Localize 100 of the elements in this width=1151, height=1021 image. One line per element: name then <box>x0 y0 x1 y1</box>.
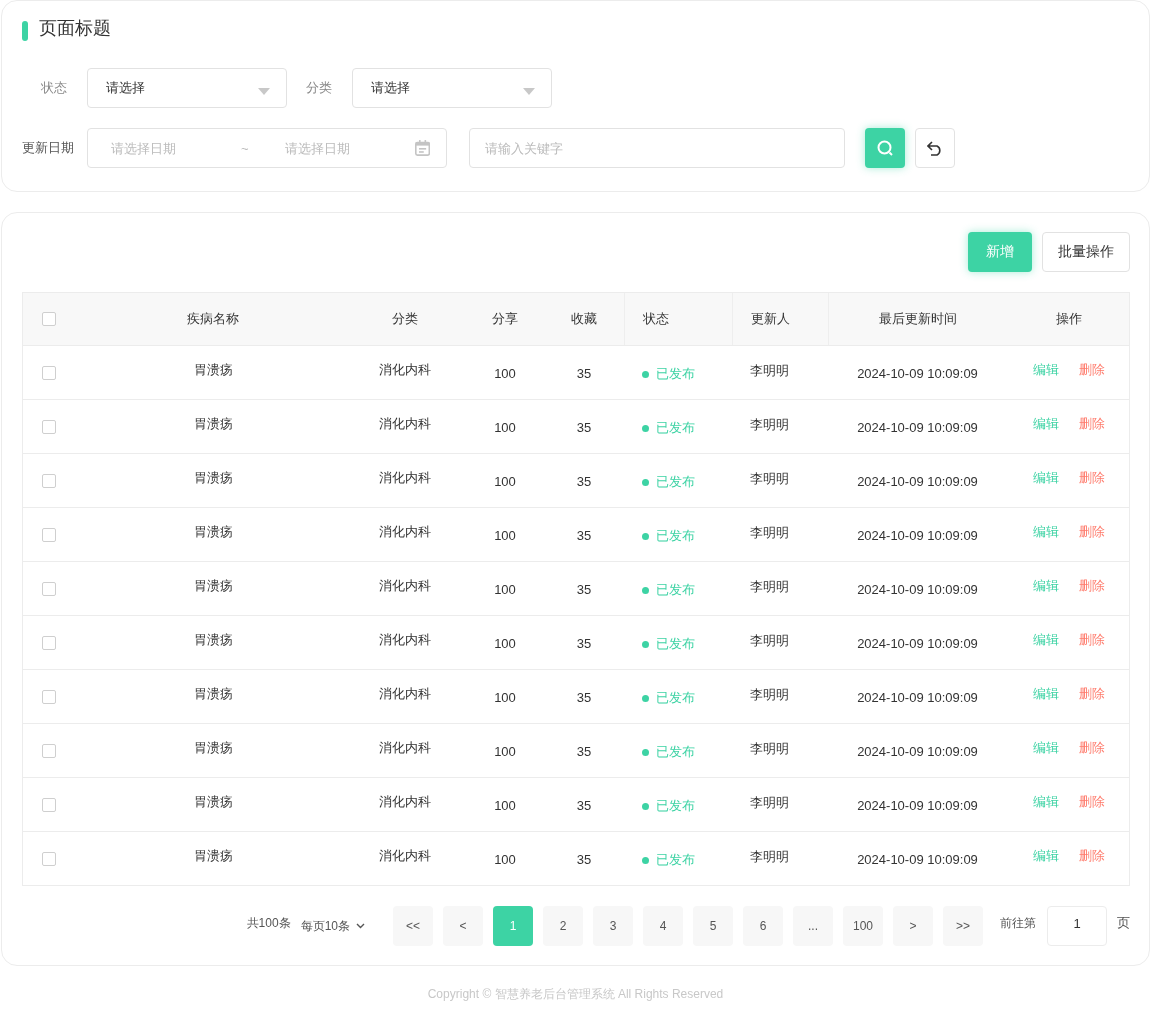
edit-link[interactable]: 编辑 <box>1032 792 1059 811</box>
next-page-button[interactable]: > <box>893 906 933 946</box>
table-cell: 100 <box>494 851 516 867</box>
table-cell: 消化内科 <box>379 847 431 863</box>
search-button[interactable] <box>865 128 905 168</box>
table-cell: 100 <box>494 689 516 705</box>
goto-label: 前往第 <box>1000 914 1036 932</box>
column-header: 更新人 <box>751 310 790 328</box>
table-cell: 2024-10-09 10:09:09 <box>857 797 978 813</box>
edit-link[interactable]: 编辑 <box>1032 522 1059 541</box>
table-cell: 消化内科 <box>379 361 431 377</box>
delete-link[interactable]: 删除 <box>1078 468 1105 487</box>
batch-action-button[interactable]: 批量操作 <box>1042 232 1130 272</box>
status-text: 已发布 <box>656 526 695 545</box>
table-cell: 消化内科 <box>379 523 431 539</box>
status-dot <box>642 479 649 486</box>
category-select[interactable]: 请选择 <box>352 68 552 108</box>
goto-page-field[interactable]: 1 <box>1047 906 1107 946</box>
chevron-down-icon <box>356 923 365 929</box>
row-checkbox[interactable] <box>42 690 56 704</box>
reset-button[interactable] <box>915 128 955 168</box>
page-button[interactable]: 3 <box>593 906 633 946</box>
delete-link[interactable]: 删除 <box>1078 576 1105 595</box>
row-checkbox[interactable] <box>42 852 56 866</box>
filter-label: 状态 <box>41 79 67 97</box>
table-cell: 35 <box>576 581 592 597</box>
page-button[interactable]: ... <box>793 906 833 946</box>
row-checkbox[interactable] <box>42 420 56 434</box>
row-checkbox[interactable] <box>42 366 56 380</box>
delete-link[interactable]: 删除 <box>1078 522 1105 541</box>
end-date-field[interactable]: 请选择日期 <box>284 140 415 156</box>
status-text: 已发布 <box>656 472 695 491</box>
column-header: 分类 <box>392 310 418 328</box>
row-checkbox[interactable] <box>42 528 56 542</box>
table-cell: 消化内科 <box>379 793 431 809</box>
table-cell: 100 <box>494 743 516 759</box>
row-checkbox[interactable] <box>42 636 56 650</box>
page-button[interactable]: 4 <box>643 906 683 946</box>
total-count: 共100条 <box>246 914 291 932</box>
delete-link[interactable]: 删除 <box>1078 846 1105 865</box>
status-text: 已发布 <box>656 796 695 815</box>
table-cell: 消化内科 <box>379 577 431 593</box>
add-button[interactable]: 新增 <box>968 232 1032 272</box>
edit-link[interactable]: 编辑 <box>1032 846 1059 865</box>
page-button[interactable]: 100 <box>843 906 883 946</box>
status-text: 已发布 <box>656 364 695 383</box>
table-cell: 胃溃疡 <box>193 469 233 485</box>
table-cell: 胃溃疡 <box>193 577 233 593</box>
delete-link[interactable]: 删除 <box>1078 684 1105 703</box>
status-dot <box>642 695 649 702</box>
page-button[interactable]: 2 <box>543 906 583 946</box>
edit-link[interactable]: 编辑 <box>1032 468 1059 487</box>
edit-link[interactable]: 编辑 <box>1032 576 1059 595</box>
delete-link[interactable]: 删除 <box>1078 738 1105 757</box>
row-checkbox[interactable] <box>42 474 56 488</box>
table-cell: 消化内科 <box>379 739 431 755</box>
column-header: 状态 <box>643 310 669 328</box>
first-page-button[interactable]: << <box>393 906 433 946</box>
date-range-field[interactable]: 请选择日期 ~ 请选择日期 <box>87 128 447 168</box>
select-all-checkbox[interactable] <box>42 312 56 326</box>
edit-link[interactable]: 编辑 <box>1032 738 1059 757</box>
table-cell: 2024-10-09 10:09:09 <box>857 527 978 543</box>
keyword-field[interactable]: 请输入关键字 <box>469 128 845 168</box>
status-dot <box>642 857 649 864</box>
table-cell: 35 <box>576 743 592 759</box>
table-cell: 35 <box>576 365 592 381</box>
page-size-select[interactable]: 每页10条 <box>300 917 365 935</box>
edit-link[interactable]: 编辑 <box>1032 414 1059 433</box>
previous-page-button[interactable]: < <box>443 906 483 946</box>
row-checkbox[interactable] <box>42 798 56 812</box>
undo-icon <box>927 140 943 156</box>
column-header: 收藏 <box>571 310 597 328</box>
table-cell: 100 <box>494 635 516 651</box>
row-checkbox[interactable] <box>42 744 56 758</box>
start-date-field[interactable]: 请选择日期 <box>111 140 241 156</box>
table-cell: 100 <box>494 797 516 813</box>
column-header: 操作 <box>1055 310 1082 328</box>
edit-link[interactable]: 编辑 <box>1032 630 1059 649</box>
filter-label: 更新日期 <box>22 139 74 157</box>
table-cell: 胃溃疡 <box>193 685 233 701</box>
edit-link[interactable]: 编辑 <box>1032 684 1059 703</box>
table-cell: 35 <box>576 473 592 489</box>
status-select[interactable]: 请选择 <box>87 68 287 108</box>
table-cell: 消化内科 <box>379 415 431 431</box>
page-button[interactable]: 5 <box>693 906 733 946</box>
delete-link[interactable]: 删除 <box>1078 414 1105 433</box>
table-cell: 胃溃疡 <box>193 415 233 431</box>
caret-down-icon <box>258 87 270 95</box>
row-checkbox[interactable] <box>42 582 56 596</box>
page-button[interactable]: 6 <box>743 906 783 946</box>
title-marker <box>22 21 28 41</box>
search-icon <box>876 139 894 157</box>
edit-link[interactable]: 编辑 <box>1032 360 1059 379</box>
last-page-button[interactable]: >> <box>943 906 983 946</box>
delete-link[interactable]: 删除 <box>1078 792 1105 811</box>
delete-link[interactable]: 删除 <box>1078 360 1105 379</box>
table-cell: 2024-10-09 10:09:09 <box>857 689 978 705</box>
page-button[interactable]: 1 <box>493 906 533 946</box>
delete-link[interactable]: 删除 <box>1078 630 1105 649</box>
table-cell: 100 <box>494 365 516 381</box>
